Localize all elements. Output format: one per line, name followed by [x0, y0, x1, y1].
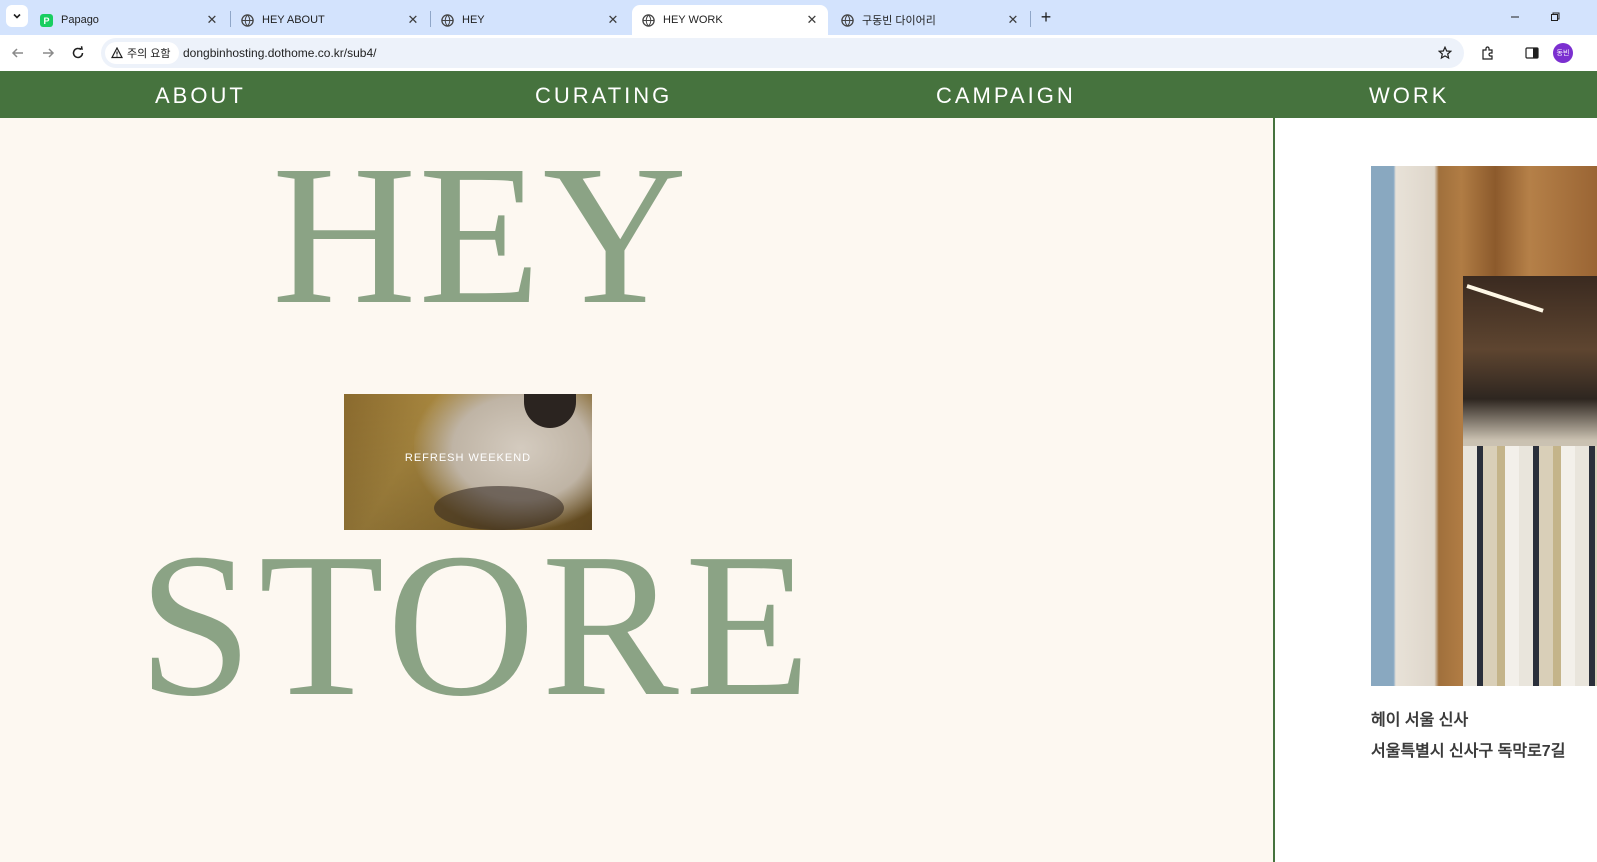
warning-icon	[111, 47, 123, 59]
tab-title: HEY WORK	[663, 14, 723, 26]
minimize-button[interactable]	[1503, 7, 1527, 27]
nav-campaign[interactable]: CAMPAIGN	[936, 83, 1076, 109]
plus-icon: +	[1040, 6, 1052, 27]
back-button[interactable]	[6, 41, 30, 65]
side-panel-icon[interactable]	[1522, 43, 1542, 63]
profile-avatar[interactable]: 동빈	[1553, 43, 1573, 63]
arrow-right-icon	[43, 48, 55, 58]
close-icon[interactable]: ✕	[204, 12, 220, 28]
forward-button[interactable]	[36, 41, 60, 65]
svg-text:P: P	[43, 16, 49, 26]
browser-toolbar: 주의 요함 dongbinhosting.dothome.co.kr/sub4/…	[0, 35, 1597, 71]
store-photo[interactable]	[1371, 166, 1597, 686]
minimize-icon	[1511, 16, 1519, 18]
tab-papago[interactable]: P Papago ✕	[30, 5, 228, 35]
maximize-button[interactable]	[1543, 7, 1567, 27]
globe-icon	[642, 13, 655, 27]
tab-diary[interactable]: 구동빈 다이어리 ✕	[831, 5, 1029, 35]
globe-icon	[441, 13, 454, 27]
tab-hey-about[interactable]: HEY ABOUT ✕	[231, 5, 429, 35]
tab-title: Papago	[61, 14, 99, 26]
globe-icon	[241, 13, 254, 27]
restore-icon	[1551, 12, 1560, 21]
store-name: 헤이 서울 신사	[1371, 712, 1469, 729]
reload-icon	[72, 46, 84, 59]
nav-curating[interactable]: CURATING	[535, 83, 672, 109]
tab-hey-work[interactable]: HEY WORK ✕	[632, 5, 828, 35]
tab-separator	[1030, 11, 1031, 27]
nav-about[interactable]: ABOUT	[155, 83, 246, 109]
store-address: 서울특별시 신사구 독막로7길	[1371, 743, 1566, 760]
site-nav: ABOUT CURATING CAMPAIGN WORK	[0, 71, 1597, 118]
tab-title: HEY ABOUT	[262, 14, 325, 26]
nav-work[interactable]: WORK	[1369, 83, 1449, 109]
security-chip[interactable]: 주의 요함	[105, 42, 179, 64]
chevron-down-icon	[13, 13, 21, 19]
close-icon[interactable]: ✕	[405, 12, 421, 28]
tab-title: 구동빈 다이어리	[862, 15, 936, 27]
tab-bar: P Papago ✕ HEY ABOUT ✕ HEY ✕ HEY WORK ✕ …	[0, 0, 1597, 35]
close-icon[interactable]: ✕	[1005, 12, 1021, 28]
address-bar[interactable]: 주의 요함 dongbinhosting.dothome.co.kr/sub4/	[101, 38, 1464, 68]
hero-word-hey: HEY	[272, 125, 690, 346]
security-label: 주의 요함	[127, 48, 171, 60]
url-text[interactable]: dongbinhosting.dothome.co.kr/sub4/	[183, 46, 376, 60]
papago-icon: P	[40, 13, 53, 27]
tab-search-button[interactable]	[6, 5, 28, 27]
promo-caption: REFRESH WEEKEND	[404, 452, 532, 464]
tab-hey[interactable]: HEY ✕	[431, 5, 629, 35]
globe-icon	[841, 13, 854, 27]
hero-word-store: STORE	[138, 510, 817, 739]
close-icon[interactable]: ✕	[804, 12, 820, 28]
extensions-icon[interactable]	[1478, 43, 1498, 63]
close-icon[interactable]: ✕	[605, 12, 621, 28]
bookmark-star-icon[interactable]	[1436, 44, 1454, 62]
arrow-left-icon	[11, 48, 23, 58]
tab-title: HEY	[462, 14, 485, 26]
reload-button[interactable]	[66, 41, 90, 65]
new-tab-button[interactable]: +	[1036, 7, 1056, 27]
